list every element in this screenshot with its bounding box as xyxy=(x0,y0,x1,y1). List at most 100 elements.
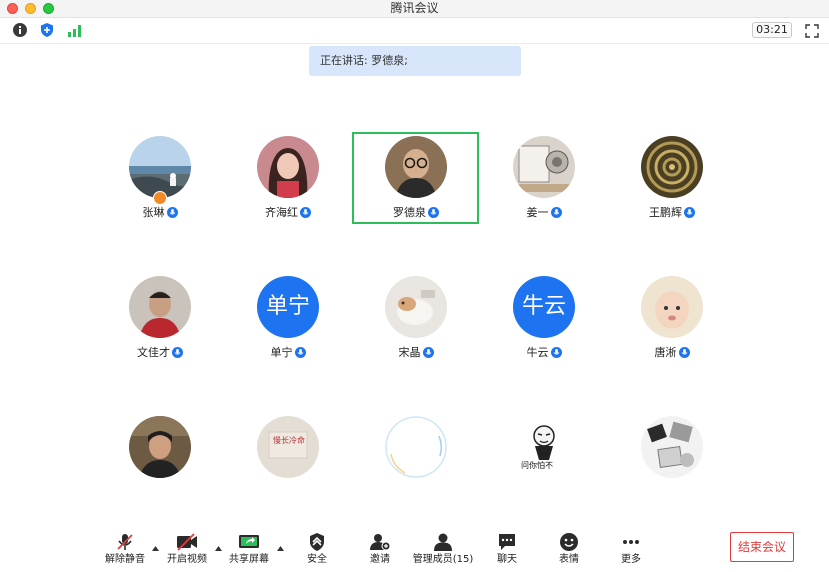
avatar xyxy=(641,136,703,198)
participant-name-row: 姜一 xyxy=(484,206,604,220)
video-off-icon xyxy=(177,533,197,551)
participant-name-row: 单宁 xyxy=(228,346,348,360)
participant-name: 单宁 xyxy=(270,346,293,359)
participant-name: 张琳 xyxy=(142,206,165,219)
avatar: 慢长冷命 xyxy=(257,416,319,478)
participant-tile[interactable]: 单宁 单宁 xyxy=(228,276,348,366)
manage-members-label: 管理成员(15) xyxy=(412,554,474,565)
host-badge-icon xyxy=(153,191,167,205)
text-avatar: 单宁 xyxy=(257,276,319,338)
meeting-toolbar: 03:21 xyxy=(0,18,829,44)
avatar xyxy=(129,276,191,338)
chat-icon xyxy=(499,534,515,550)
share-screen-button[interactable]: 共享屏幕 xyxy=(217,525,281,572)
participant-tile[interactable]: 牛云 牛云 xyxy=(484,276,604,366)
participant-tile[interactable]: 王鹏辉 xyxy=(612,136,732,226)
participant-tile[interactable] xyxy=(100,416,220,506)
share-screen-label: 共享屏幕 xyxy=(229,554,269,565)
smiley-icon xyxy=(560,533,578,551)
start-video-label: 开启视频 xyxy=(167,554,207,565)
avatar xyxy=(257,136,319,198)
participant-name-row: 宋晶 xyxy=(356,346,476,360)
mic-on-icon xyxy=(300,207,311,218)
participant-tile[interactable]: 文佳才 xyxy=(100,276,220,366)
mic-on-icon xyxy=(294,347,306,358)
mic-on-icon xyxy=(166,207,178,218)
members-icon xyxy=(434,533,452,551)
share-screen-icon xyxy=(239,535,259,548)
manage-members-button[interactable]: 管理成员(15) xyxy=(411,525,475,572)
participant-tile[interactable]: 姜一 xyxy=(484,136,604,226)
control-bar: 解除静音 开启视频 共享屏幕 安全 邀请 管理成员(15) 聊天 表情 更多 xyxy=(0,525,829,572)
avatar xyxy=(513,136,575,198)
participant-name-row: 唐淅 xyxy=(612,346,732,360)
participant-name: 牛云 xyxy=(526,346,549,359)
participant-tile-active[interactable]: 罗德泉 xyxy=(356,136,476,226)
participant-name-row: 罗德泉 xyxy=(356,206,476,220)
participant-name: 姜一 xyxy=(526,206,549,219)
participant-name: 齐海红 xyxy=(265,206,298,219)
participant-tile[interactable] xyxy=(356,416,476,506)
mic-on-icon xyxy=(678,347,690,358)
invite-user-icon xyxy=(370,534,391,551)
avatar xyxy=(385,276,447,338)
avatar xyxy=(385,416,447,478)
start-video-button[interactable]: 开启视频 xyxy=(155,525,219,572)
participant-tile[interactable]: 齐海红 xyxy=(228,136,348,226)
reactions-button[interactable]: 表情 xyxy=(537,525,601,572)
avatar: 问你怕不 xyxy=(513,416,575,478)
security-shield-icon[interactable] xyxy=(39,22,55,38)
sign-text: 慢长冷命 xyxy=(273,436,305,445)
more-dots-icon xyxy=(623,540,639,544)
mic-on-icon xyxy=(550,207,562,218)
participant-name: 宋晶 xyxy=(398,346,421,359)
text-avatar: 牛云 xyxy=(513,276,575,338)
mic-muted-icon xyxy=(117,534,133,550)
participant-name-row: 张琳 xyxy=(100,206,220,220)
participant-name-row: 文佳才 xyxy=(100,346,220,360)
reactions-label: 表情 xyxy=(559,554,579,565)
mic-on-icon xyxy=(550,347,562,358)
invite-button[interactable]: 邀请 xyxy=(348,525,412,572)
info-icon[interactable] xyxy=(12,22,28,38)
participant-name: 王鹏辉 xyxy=(649,206,682,219)
participant-name: 唐淅 xyxy=(654,346,677,359)
more-button[interactable]: 更多 xyxy=(599,525,663,572)
participant-name: 罗德泉 xyxy=(393,206,426,219)
avatar xyxy=(385,136,447,198)
participant-tile[interactable] xyxy=(612,416,732,506)
unmute-label: 解除静音 xyxy=(105,554,145,565)
security-label: 安全 xyxy=(307,554,327,565)
signal-strength-icon[interactable] xyxy=(67,22,83,38)
avatar xyxy=(641,416,703,478)
invite-label: 邀请 xyxy=(370,554,390,565)
shield-icon xyxy=(310,533,324,551)
participant-tile[interactable]: 唐淅 xyxy=(612,276,732,366)
speaking-indicator: 正在讲话: 罗德泉; xyxy=(309,46,521,76)
participant-tile[interactable]: 问你怕不 xyxy=(484,416,604,506)
participant-tile[interactable]: 慢长冷命 xyxy=(228,416,348,506)
mic-on-icon xyxy=(172,347,183,358)
security-button[interactable]: 安全 xyxy=(285,525,349,572)
participant-tile[interactable]: 张琳 xyxy=(100,136,220,226)
mic-on-icon xyxy=(684,207,695,218)
sticker-caption: 问你怕不 xyxy=(521,461,553,470)
participant-tile[interactable]: 宋晶 xyxy=(356,276,476,366)
chevron-up-icon[interactable] xyxy=(276,538,285,551)
meeting-timer: 03:21 xyxy=(752,22,792,38)
participant-name-row: 齐海红 xyxy=(228,206,348,220)
chat-button[interactable]: 聊天 xyxy=(475,525,539,572)
participant-name-row: 牛云 xyxy=(484,346,604,360)
chat-label: 聊天 xyxy=(497,554,517,565)
avatar xyxy=(641,276,703,338)
window-title: 腾讯会议 xyxy=(390,1,439,15)
mic-on-icon xyxy=(428,207,439,218)
window-titlebar: 腾讯会议 xyxy=(0,0,829,18)
avatar xyxy=(129,416,191,478)
unmute-button[interactable]: 解除静音 xyxy=(93,525,157,572)
end-meeting-button[interactable]: 结束会议 xyxy=(730,532,794,562)
participant-name-row: 王鹏辉 xyxy=(612,206,732,220)
fullscreen-icon[interactable] xyxy=(805,23,819,38)
more-label: 更多 xyxy=(621,554,641,565)
participant-name: 文佳才 xyxy=(137,346,170,359)
